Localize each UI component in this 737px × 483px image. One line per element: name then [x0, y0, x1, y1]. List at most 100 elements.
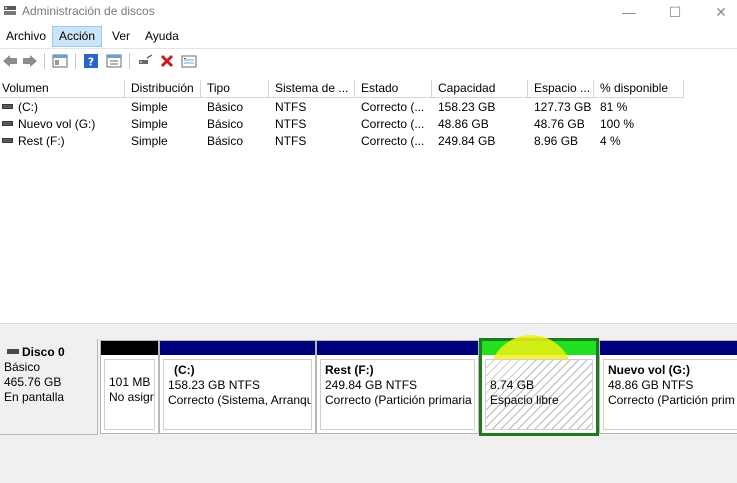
column-header-volumen[interactable]: Volumen — [0, 80, 125, 98]
volume-name-cell: Nuevo vol (G:) — [0, 116, 125, 133]
disk-0-label[interactable]: Disco 0 Básico 465.76 GB En pantalla — [0, 339, 98, 435]
partition-body: Rest (F:) 249.84 GB NTFS Correcto (Parti… — [320, 359, 475, 430]
disk-name: Disco 0 — [22, 345, 65, 359]
column-header-capacidad[interactable]: Capacidad — [432, 80, 528, 98]
help-button[interactable]: ? — [82, 52, 100, 70]
minimize-icon: — — [622, 4, 636, 20]
partition-status: Correcto (Partición prim — [608, 393, 735, 407]
column-header-tipo[interactable]: Tipo — [201, 80, 269, 98]
volume-name: Nuevo vol (G:) — [18, 117, 96, 131]
volume-icon — [2, 121, 13, 127]
partition-size: 8.74 GB — [490, 378, 535, 392]
console-tree-button[interactable] — [51, 52, 69, 70]
disk-type: Básico — [4, 360, 41, 374]
partition-body: (C:) 158.23 GB NTFS Correcto (Sistema, A… — [163, 359, 312, 430]
menu-accion[interactable]: Acción — [52, 26, 103, 47]
menu-bar: Archivo Acción Ver Ayuda — [0, 26, 737, 47]
maximize-icon: ☐ — [668, 3, 682, 20]
column-header-estado[interactable]: Estado — [355, 80, 432, 98]
toolbar-separator — [44, 53, 45, 69]
toolbar-separator — [75, 53, 76, 69]
type-cell: Básico — [207, 134, 244, 148]
column-header-distribucion[interactable]: Distribución — [125, 80, 201, 98]
percent-free-cell: 81 % — [600, 100, 628, 114]
menu-ver[interactable]: Ver — [106, 26, 136, 47]
menu-archivo[interactable]: Archivo — [0, 26, 52, 47]
properties-button[interactable] — [105, 52, 123, 70]
console-tree-icon — [52, 54, 68, 68]
capacity-cell: 158.23 GB — [438, 100, 496, 114]
title-bar: Administración de discos — ☐ ✕ — [0, 0, 737, 24]
column-header-espacio[interactable]: Espacio ... — [528, 80, 594, 98]
partition-bar — [600, 341, 737, 355]
close-window-button[interactable]: ✕ — [698, 0, 737, 24]
table-row[interactable]: (C:) Simple Básico NTFS Correcto (... 15… — [0, 99, 737, 116]
partition-status: No asignado — [109, 390, 154, 404]
capacity-cell: 249.84 GB — [438, 134, 496, 148]
filesystem-cell: NTFS — [275, 134, 307, 148]
partition-size: 249.84 GB NTFS — [325, 378, 418, 392]
volume-name: (C:) — [18, 100, 38, 114]
partition-nuevo-vol-g[interactable]: Nuevo vol (G:) 48.86 GB NTFS Correcto (P… — [599, 340, 737, 434]
connect-icon — [139, 54, 153, 64]
maximize-button[interactable]: ☐ — [652, 0, 698, 24]
filesystem-cell: NTFS — [275, 117, 307, 131]
disk-management-app-icon — [4, 6, 16, 15]
close-icon: ✕ — [715, 3, 727, 20]
type-cell: Básico — [207, 117, 244, 131]
list-button[interactable] — [180, 52, 198, 70]
disk-status: En pantalla — [4, 390, 65, 404]
list-icon — [181, 55, 197, 68]
forward-button[interactable] — [21, 52, 39, 70]
volume-name: Rest (F:) — [18, 134, 65, 148]
disk-size: 465.76 GB — [4, 375, 62, 389]
volume-list: Volumen Distribución Tipo Sistema de ...… — [0, 80, 737, 323]
partition-body: 101 MB No asignado — [104, 359, 155, 430]
free-space-cell: 48.76 GB — [534, 117, 585, 131]
volume-icon — [2, 138, 13, 144]
delete-button[interactable] — [158, 52, 176, 70]
status-cell: Correcto (... — [361, 134, 425, 148]
disk-icon — [7, 349, 19, 355]
column-header-sistema-archivos[interactable]: Sistema de ... — [269, 80, 355, 98]
column-header-disponible[interactable]: % disponible — [594, 80, 684, 98]
free-space-cell: 8.96 GB — [534, 134, 579, 148]
partition-status: Correcto (Sistema, Arranque — [168, 393, 312, 407]
menu-ayuda[interactable]: Ayuda — [139, 26, 185, 47]
minimize-button[interactable]: — — [606, 0, 652, 24]
partition-name: Nuevo vol (G:) — [608, 363, 691, 377]
partition-rest-f[interactable]: Rest (F:) 249.84 GB NTFS Correcto (Parti… — [316, 340, 479, 434]
status-cell: Correcto (... — [361, 100, 425, 114]
partition-free-space[interactable]: 8.74 GB Espacio libre — [479, 335, 599, 436]
distribution-cell: Simple — [131, 100, 168, 114]
volume-name-cell: Rest (F:) — [0, 133, 125, 150]
partition-name: Rest (F:) — [325, 363, 374, 377]
percent-free-cell: 4 % — [600, 134, 621, 148]
volume-name-cell: (C:) — [0, 99, 125, 116]
help-icon: ? — [84, 54, 98, 69]
distribution-cell: Simple — [131, 134, 168, 148]
back-icon — [3, 55, 17, 67]
partition-name: (C:) — [174, 363, 195, 377]
partition-size: 48.86 GB NTFS — [608, 378, 694, 392]
partition-name-spacer — [490, 363, 588, 378]
table-row[interactable]: Rest (F:) Simple Básico NTFS Correcto (.… — [0, 133, 737, 150]
partition-size: 101 MB — [109, 375, 151, 389]
partition-unallocated[interactable]: 101 MB No asignado — [100, 340, 159, 434]
toolbar-separator — [129, 53, 130, 69]
status-cell: Correcto (... — [361, 117, 425, 131]
disk-graphical-view: Disco 0 Básico 465.76 GB En pantalla 101… — [0, 329, 737, 483]
table-row[interactable]: Nuevo vol (G:) Simple Básico NTFS Correc… — [0, 116, 737, 133]
partition-body: 8.74 GB Espacio libre — [485, 359, 593, 430]
distribution-cell: Simple — [131, 117, 168, 131]
partition-c[interactable]: (C:) 158.23 GB NTFS Correcto (Sistema, A… — [159, 340, 316, 434]
back-button[interactable] — [1, 52, 19, 70]
volume-icon — [2, 104, 13, 110]
filesystem-cell: NTFS — [275, 100, 307, 114]
free-space-cell: 127.73 GB — [534, 100, 592, 114]
connect-button[interactable] — [136, 52, 154, 70]
properties-icon — [106, 54, 122, 68]
toolbar: ? — [0, 48, 737, 74]
partition-bar — [101, 341, 158, 355]
svg-text:?: ? — [88, 56, 94, 69]
